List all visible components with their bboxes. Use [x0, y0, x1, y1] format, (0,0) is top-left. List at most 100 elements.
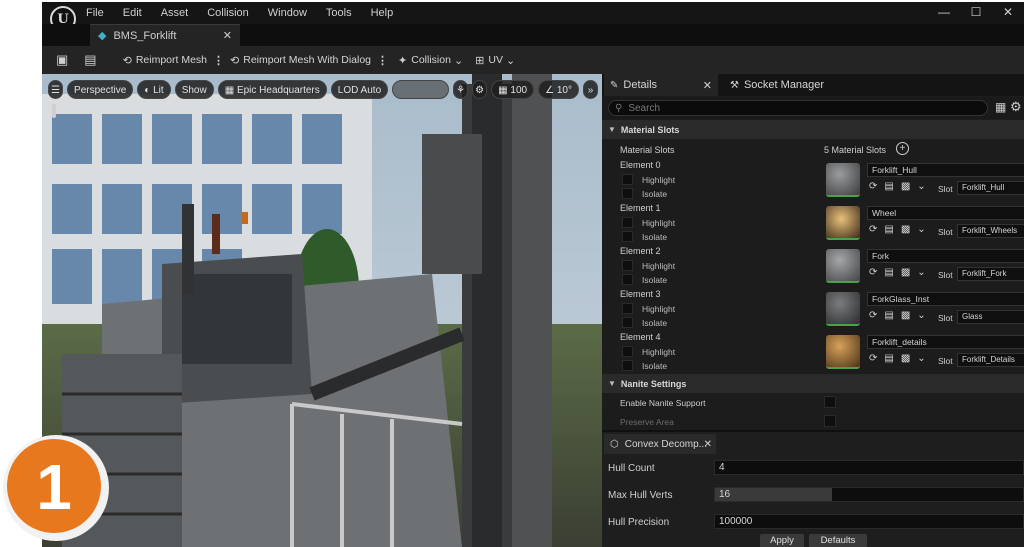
material-dropdown[interactable]: Fork⌄	[867, 249, 1024, 263]
gear-icon[interactable]: ⚙	[1010, 99, 1022, 115]
highlight-checkbox[interactable]	[622, 174, 633, 185]
hull-precision-input[interactable]: 100000	[714, 514, 1024, 529]
tab-socket-manager[interactable]: ⚒ Socket Manager	[726, 74, 824, 96]
menu-file[interactable]: File	[86, 7, 104, 19]
material-dropdown[interactable]: ForkGlass_Inst⌄	[867, 292, 1024, 306]
slot-name-field[interactable]: Forklift_Fork	[957, 267, 1024, 281]
material-dropdown[interactable]: Forklift_Hull⌄	[867, 163, 1024, 177]
menu-asset[interactable]: Asset	[161, 7, 189, 19]
isolate-checkbox[interactable]	[622, 188, 633, 199]
reimport-mesh-button[interactable]: ⟲ Reimport Mesh	[123, 54, 207, 67]
minimize-icon[interactable]: —	[928, 2, 960, 22]
viewport-toolbar: ☰ Perspective ◐ Lit Show ▦ Epic Headquar…	[42, 78, 602, 100]
highlight-checkbox[interactable]	[622, 303, 633, 314]
details-search-input[interactable]: ⚲ Search	[608, 100, 988, 116]
highlight-checkbox[interactable]	[622, 346, 633, 357]
chevron-down-icon[interactable]: ⌄	[917, 267, 925, 278]
mesh-viewport[interactable]: ☰ Perspective ◐ Lit Show ▦ Epic Headquar…	[42, 74, 602, 547]
reimport-dialog-button[interactable]: ⟲ Reimport Mesh With Dialog	[230, 54, 371, 67]
highlight-checkbox[interactable]	[622, 217, 633, 228]
browse-asset-icon[interactable]: ▤	[884, 224, 893, 235]
slot-name-field[interactable]: Forklift_Hull	[957, 181, 1024, 195]
hull-count-input[interactable]: 4	[714, 460, 1024, 475]
tab-close-icon[interactable]: ✕	[704, 439, 712, 450]
apply-button[interactable]: Apply	[760, 534, 804, 547]
browse-asset-icon[interactable]: ▤	[884, 353, 893, 364]
add-slot-icon[interactable]: +	[896, 142, 909, 155]
use-selected-icon[interactable]: ⟳	[869, 224, 877, 235]
menu-collision[interactable]: Collision	[207, 7, 249, 19]
tab-bms-forklift[interactable]: ◆ BMS_Forklift ✕	[90, 24, 240, 46]
property-matrix-icon[interactable]: ▦	[995, 100, 1006, 114]
material-slots-section-header[interactable]: ▼ Material Slots	[602, 120, 1024, 139]
menu-tools[interactable]: Tools	[326, 7, 352, 19]
material-dropdown[interactable]: Wheel⌄	[867, 206, 1024, 220]
menu-window[interactable]: Window	[268, 7, 307, 19]
checker-icon[interactable]: ▩	[901, 224, 910, 235]
material-dropdown[interactable]: Forklift_details⌄	[867, 335, 1024, 349]
tab-convex-decomposition[interactable]: ⬡ Convex Decomp... ✕	[604, 434, 716, 454]
tab-details[interactable]: ✎ Details ✕	[604, 74, 718, 96]
material-thumbnail[interactable]	[826, 335, 860, 369]
material-thumbnail[interactable]	[826, 206, 860, 240]
material-thumbnail[interactable]	[826, 249, 860, 283]
isolate-checkbox[interactable]	[622, 317, 633, 328]
isolate-checkbox[interactable]	[622, 360, 633, 371]
grid-snap-button[interactable]: ▦ 100	[491, 79, 535, 99]
more-options-icon[interactable]: ⋮	[213, 54, 224, 67]
angle-snap-button[interactable]: ∠ 10°	[538, 79, 579, 99]
level-button[interactable]: ▦ Epic Headquarters	[217, 79, 327, 99]
lod-button[interactable]: LOD Auto	[330, 79, 389, 99]
snap-icon[interactable]: ⚘	[453, 79, 469, 99]
material-thumbnail[interactable]	[826, 163, 860, 197]
browse-asset-icon[interactable]: ▤	[884, 267, 893, 278]
browse-asset-icon[interactable]: ▤	[884, 181, 893, 192]
angle-value: 10°	[556, 84, 572, 96]
slot-name-field[interactable]: Glass	[957, 310, 1024, 324]
viewport-menu-icon[interactable]: ☰	[48, 79, 64, 99]
use-selected-icon[interactable]: ⟳	[869, 353, 877, 364]
enable-nanite-checkbox[interactable]	[824, 396, 836, 408]
checker-icon[interactable]: ▩	[901, 267, 910, 278]
use-selected-icon[interactable]: ⟳	[869, 310, 877, 321]
search-placeholder: Search	[628, 102, 661, 114]
checker-icon[interactable]: ▩	[901, 353, 910, 364]
checker-icon[interactable]: ▩	[901, 181, 910, 192]
material-thumbnail[interactable]	[826, 292, 860, 326]
show-button[interactable]: Show	[174, 79, 214, 99]
chevron-down-icon[interactable]: ⌄	[917, 224, 925, 235]
uv-button[interactable]: ⊞ UV ⌄	[475, 54, 519, 67]
chevron-down-icon[interactable]: ⌄	[917, 353, 925, 364]
close-window-icon[interactable]: ✕	[992, 2, 1024, 22]
surface-snap-icon[interactable]: ⚙	[472, 79, 488, 99]
defaults-button[interactable]: Defaults	[809, 534, 867, 547]
tab-close-icon[interactable]: ✕	[703, 79, 712, 92]
browse-icon[interactable]: ▤	[84, 52, 96, 68]
maximize-icon[interactable]: ☐	[960, 2, 992, 22]
menu-help[interactable]: Help	[371, 7, 394, 19]
nanite-settings-section-header[interactable]: ▼ Nanite Settings	[602, 374, 1024, 393]
slot-name-field[interactable]: Forklift_Details	[957, 353, 1024, 367]
preserve-area-checkbox[interactable]	[824, 415, 836, 427]
browse-asset-icon[interactable]: ▤	[884, 310, 893, 321]
use-selected-icon[interactable]: ⟳	[869, 181, 877, 192]
max-hull-verts-slider[interactable]: 16	[714, 487, 1024, 502]
expand-icon[interactable]: »	[582, 79, 599, 99]
tab-close-icon[interactable]: ✕	[223, 29, 232, 42]
isolate-checkbox[interactable]	[622, 231, 633, 242]
collision-button[interactable]: ✦ Collision ⌄	[398, 54, 467, 67]
chevron-down-icon[interactable]: ⌄	[917, 181, 925, 192]
more-options-icon[interactable]: ⋮	[377, 54, 388, 67]
perspective-button[interactable]: Perspective	[67, 79, 134, 99]
highlight-checkbox[interactable]	[622, 260, 633, 271]
menu-edit[interactable]: Edit	[123, 7, 142, 19]
isolate-checkbox[interactable]	[622, 274, 633, 285]
slot-name-field[interactable]: Forklift_Wheels	[957, 224, 1024, 238]
viewport-side-handle[interactable]	[52, 104, 56, 118]
checker-icon[interactable]: ▩	[901, 310, 910, 321]
chevron-down-icon[interactable]: ⌄	[917, 310, 925, 321]
save-icon[interactable]: ▣	[56, 52, 68, 68]
use-selected-icon[interactable]: ⟳	[869, 267, 877, 278]
transform-tools[interactable]	[392, 79, 450, 99]
lit-button[interactable]: ◐ Lit	[137, 79, 171, 99]
